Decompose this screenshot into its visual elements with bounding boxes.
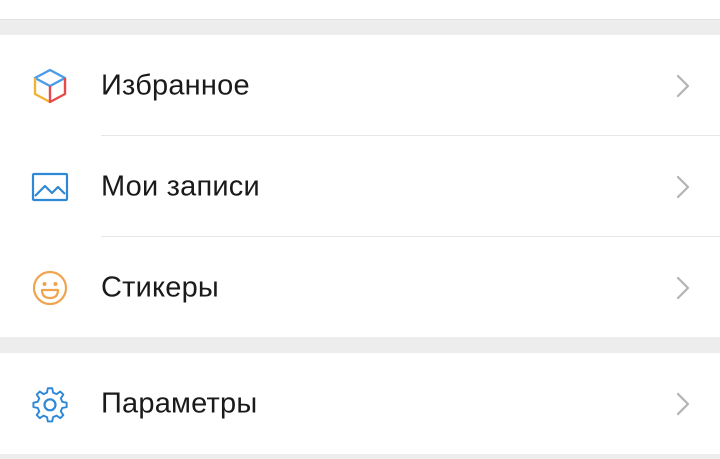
menu-item-settings[interactable]: Параметры bbox=[0, 353, 720, 454]
settings-screen: Избранное Мои записи Стикеры Параметры bbox=[0, 0, 720, 459]
gear-icon bbox=[31, 385, 69, 423]
cube-icon bbox=[31, 67, 69, 105]
menu-item-label: Мои записи bbox=[101, 170, 260, 202]
menu-group-settings: Параметры bbox=[0, 353, 720, 454]
chevron-right-icon bbox=[676, 276, 690, 300]
chevron-right-icon bbox=[676, 175, 690, 199]
smiley-icon bbox=[31, 269, 69, 307]
menu-item-my-posts[interactable]: Мои записи bbox=[0, 136, 720, 237]
menu-item-favorites[interactable]: Избранное bbox=[0, 35, 720, 136]
menu-group-main: Избранное Мои записи Стикеры bbox=[0, 35, 720, 337]
chevron-right-icon bbox=[676, 74, 690, 98]
image-icon bbox=[31, 168, 69, 206]
menu-item-stickers[interactable]: Стикеры bbox=[0, 237, 720, 338]
menu-item-label: Избранное bbox=[101, 69, 250, 101]
menu-item-label: Параметры bbox=[101, 387, 258, 419]
top-strip bbox=[0, 0, 720, 19]
section-gap bbox=[0, 19, 720, 35]
bottom-edge bbox=[0, 454, 720, 459]
menu-item-label: Стикеры bbox=[101, 271, 219, 303]
chevron-right-icon bbox=[676, 392, 690, 416]
section-gap bbox=[0, 337, 720, 353]
